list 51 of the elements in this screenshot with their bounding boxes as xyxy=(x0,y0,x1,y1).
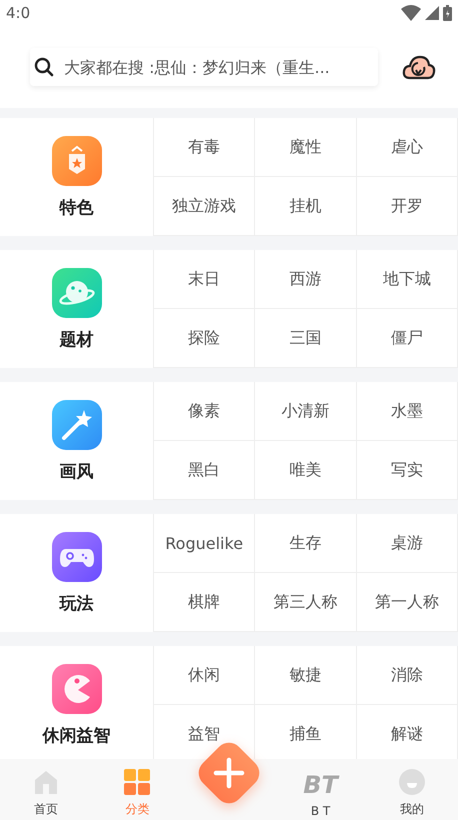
category-title: 休闲益智 xyxy=(42,724,110,746)
smiley-icon xyxy=(399,769,426,795)
tag-link[interactable]: 生存 xyxy=(255,514,357,573)
search-icon xyxy=(34,57,54,77)
tag-link[interactable]: 像素 xyxy=(154,382,256,441)
wifi-icon xyxy=(401,5,421,21)
tag-link[interactable]: 探险 xyxy=(154,309,256,368)
tag-link[interactable]: 写实 xyxy=(356,441,458,500)
tag-link[interactable]: 唯美 xyxy=(255,441,357,500)
category-title: 题材 xyxy=(60,328,94,350)
tag-link[interactable]: 水墨 xyxy=(356,382,458,441)
tag-link[interactable]: 桌游 xyxy=(356,514,458,573)
tag-link[interactable]: 敏捷 xyxy=(255,646,357,705)
category-title: 画风 xyxy=(60,460,94,482)
planet-icon xyxy=(52,268,102,318)
badge-icon xyxy=(52,136,102,186)
tag-link[interactable]: 西游 xyxy=(255,250,357,309)
tag-link[interactable]: Roguelike xyxy=(154,514,256,573)
tag-link[interactable]: 小清新 xyxy=(255,382,357,441)
tag-link[interactable]: 三国 xyxy=(255,309,357,368)
pacman-icon xyxy=(52,664,102,714)
nav-tab[interactable]: 我的 xyxy=(366,759,458,820)
cloud-download-icon[interactable] xyxy=(402,54,436,80)
tag-link[interactable]: 僵尸 xyxy=(356,309,458,368)
tag-link[interactable]: 魔性 xyxy=(255,118,357,177)
tag-link[interactable]: 消除 xyxy=(356,646,458,705)
battery-icon xyxy=(443,5,452,21)
status-time: 4:0 xyxy=(6,4,30,22)
tag-link[interactable]: 黑白 xyxy=(154,441,256,500)
tag-link[interactable]: 末日 xyxy=(154,250,256,309)
category-title: 特色 xyxy=(60,196,94,218)
tag-link[interactable]: 棋牌 xyxy=(154,573,256,632)
home-icon xyxy=(32,769,59,795)
tag-link[interactable]: 挂机 xyxy=(255,177,357,236)
category-title: 玩法 xyxy=(60,592,94,614)
gamepad-icon xyxy=(52,532,102,582)
tag-link[interactable]: 独立游戏 xyxy=(154,177,256,236)
tag-link[interactable]: 开罗 xyxy=(356,177,458,236)
nav-tab[interactable]: 首页 xyxy=(0,759,92,820)
nav-tab[interactable]: BT B T xyxy=(274,759,366,820)
magic-wand-icon xyxy=(52,400,102,450)
tag-link[interactable]: 第一人称 xyxy=(356,573,458,632)
search-field[interactable]: 大家都在搜 :思仙：梦幻归来（重生... xyxy=(30,48,378,86)
signal-icon xyxy=(425,6,439,20)
tag-link[interactable]: 休闲 xyxy=(154,646,256,705)
grid-icon xyxy=(124,769,150,795)
bt-logo: BT xyxy=(303,772,338,798)
tag-link[interactable]: 第三人称 xyxy=(255,573,357,632)
tag-link[interactable]: 有毒 xyxy=(154,118,256,177)
tag-link[interactable]: 地下城 xyxy=(356,250,458,309)
tag-link[interactable]: 虐心 xyxy=(356,118,458,177)
